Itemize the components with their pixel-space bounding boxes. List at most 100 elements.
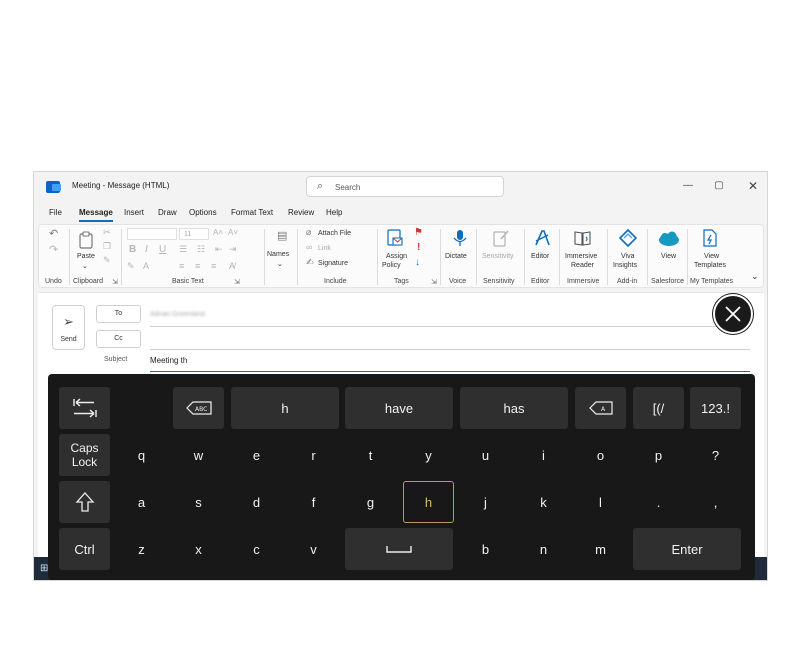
copy-icon[interactable]: ❐ <box>103 242 111 251</box>
tags-launcher-icon[interactable]: ⇲ <box>431 278 437 286</box>
suggestion-2[interactable]: have <box>345 387 453 429</box>
key-w[interactable]: w <box>173 434 224 476</box>
view-templates-icon[interactable] <box>701 229 719 247</box>
cut-icon[interactable]: ✂ <box>103 228 111 237</box>
key-g[interactable]: g <box>345 481 396 523</box>
immersive-reader-icon[interactable] <box>574 229 592 247</box>
close-window-button[interactable]: ✕ <box>743 178 763 194</box>
send-button[interactable]: ➢ Send <box>52 305 85 350</box>
to-button[interactable]: To <box>96 305 141 323</box>
ribbon-collapse-icon[interactable]: ⌄ <box>751 271 759 282</box>
paste-icon[interactable] <box>77 231 95 249</box>
attach-file-label[interactable]: Attach File <box>318 230 351 237</box>
key-l[interactable]: l <box>575 481 626 523</box>
viva-insights-icon[interactable] <box>619 229 637 247</box>
grow-font-icon[interactable]: A˄ <box>213 229 223 237</box>
key-y[interactable]: y <box>403 434 454 476</box>
tab-format-text[interactable]: Format Text <box>231 208 273 217</box>
align-right-icon[interactable]: ≡ <box>211 262 216 271</box>
symbols-key[interactable]: [(/ <box>633 387 684 429</box>
key-u[interactable]: u <box>460 434 511 476</box>
space-key[interactable] <box>345 528 453 570</box>
key-c[interactable]: c <box>231 528 282 570</box>
bullets-icon[interactable]: ☰ <box>179 245 187 254</box>
numbers-key[interactable]: 123.! <box>690 387 741 429</box>
address-book-icon[interactable]: ▤ <box>277 231 287 242</box>
key-h[interactable]: h <box>403 481 454 523</box>
key-z[interactable]: z <box>116 528 167 570</box>
backspace-key[interactable]: A <box>575 387 626 429</box>
high-importance-icon[interactable]: ! <box>417 243 420 253</box>
redo-icon[interactable]: ↷ <box>49 245 58 256</box>
key-comma[interactable]: , <box>690 481 741 523</box>
key-d[interactable]: d <box>231 481 282 523</box>
tab-key[interactable] <box>59 387 110 429</box>
key-question[interactable]: ? <box>690 434 741 476</box>
link-icon[interactable]: ∞ <box>306 243 312 252</box>
maximize-button[interactable]: ▢ <box>709 178 729 194</box>
cc-button[interactable]: Cc <box>96 330 141 348</box>
key-j[interactable]: j <box>460 481 511 523</box>
key-t[interactable]: t <box>345 434 396 476</box>
key-n[interactable]: n <box>518 528 569 570</box>
font-name-select[interactable] <box>127 228 177 240</box>
caps-lock-key[interactable]: Caps Lock <box>59 434 110 476</box>
minimize-button[interactable]: — <box>678 178 698 194</box>
key-b[interactable]: b <box>460 528 511 570</box>
salesforce-cloud-icon[interactable] <box>657 230 681 248</box>
font-size-select[interactable]: 11 <box>179 228 209 240</box>
link-label[interactable]: Link <box>318 245 331 252</box>
delete-word-key[interactable]: ABC <box>173 387 224 429</box>
tab-options[interactable]: Options <box>189 208 217 217</box>
key-f[interactable]: f <box>288 481 339 523</box>
suggestion-1[interactable]: h <box>231 387 339 429</box>
cc-field-line[interactable] <box>150 349 750 350</box>
highlight-icon[interactable]: ✎ <box>127 262 135 271</box>
subject-field[interactable]: Meeting th <box>150 356 187 365</box>
suggestion-3[interactable]: has <box>460 387 568 429</box>
shift-key[interactable] <box>59 481 110 523</box>
assign-policy-icon[interactable] <box>386 229 404 247</box>
dictate-icon[interactable] <box>451 229 469 247</box>
font-color-icon[interactable]: A <box>143 262 149 271</box>
signature-icon[interactable]: ✍ <box>306 258 314 267</box>
tab-file[interactable]: File <box>49 208 62 217</box>
flag-icon[interactable]: ⚑ <box>414 228 423 238</box>
sensitivity-icon[interactable] <box>492 229 510 247</box>
tab-draw[interactable]: Draw <box>158 208 177 217</box>
align-center-icon[interactable]: ≡ <box>195 262 200 271</box>
tab-review[interactable]: Review <box>288 208 314 217</box>
decrease-indent-icon[interactable]: ⇤ <box>215 245 223 254</box>
key-r[interactable]: r <box>288 434 339 476</box>
tab-message[interactable]: Message <box>79 208 113 222</box>
key-m[interactable]: m <box>575 528 626 570</box>
to-recipient[interactable]: Adrian Greenland <box>150 311 205 318</box>
key-x[interactable]: x <box>173 528 224 570</box>
key-a[interactable]: a <box>116 481 167 523</box>
undo-icon[interactable]: ↶ <box>49 229 58 240</box>
key-v[interactable]: v <box>288 528 339 570</box>
paste-dropdown-icon[interactable]: ⌄ <box>82 262 88 270</box>
key-period[interactable]: . <box>633 481 684 523</box>
key-s[interactable]: s <box>173 481 224 523</box>
shrink-font-icon[interactable]: A˅ <box>228 229 238 237</box>
tab-help[interactable]: Help <box>326 208 342 217</box>
editor-icon[interactable] <box>533 229 551 247</box>
signature-label[interactable]: Signature <box>318 260 348 267</box>
ctrl-key[interactable]: Ctrl <box>59 528 110 570</box>
clear-formatting-icon[interactable]: A̸ <box>229 262 235 271</box>
basic-text-launcher-icon[interactable]: ⇲ <box>234 278 240 286</box>
close-keyboard-button[interactable] <box>713 294 753 334</box>
underline-icon[interactable]: U <box>159 245 166 255</box>
italic-icon[interactable]: I <box>145 245 148 255</box>
key-e[interactable]: e <box>231 434 282 476</box>
search-input[interactable]: ⌕ Search <box>306 176 504 197</box>
bold-icon[interactable]: B <box>129 245 136 255</box>
key-k[interactable]: k <box>518 481 569 523</box>
tab-insert[interactable]: Insert <box>124 208 144 217</box>
increase-indent-icon[interactable]: ⇥ <box>229 245 237 254</box>
names-dropdown-icon[interactable]: ⌄ <box>277 260 283 268</box>
numbering-icon[interactable]: ☷ <box>197 245 205 254</box>
key-p[interactable]: p <box>633 434 684 476</box>
key-o[interactable]: o <box>575 434 626 476</box>
